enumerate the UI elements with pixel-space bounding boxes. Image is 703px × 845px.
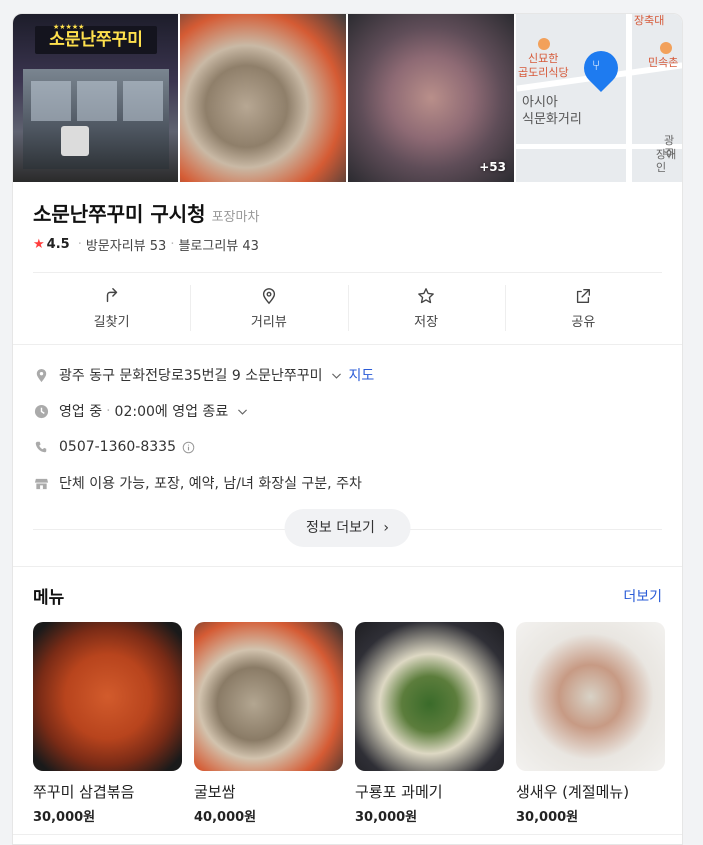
menu-item-name: 쭈꾸미 삼겹볶음	[33, 783, 135, 801]
more-info-wrap: 정보 더보기 ›	[33, 507, 662, 551]
visitor-reviews-link[interactable]: 방문자리뷰 53	[86, 235, 166, 254]
place-card: ★★★★★ 소문난쭈꾸미 +53 장축대 신묘한 곱도리식당 민속촌 아시아 식…	[12, 13, 683, 845]
rating-score: 4.5	[46, 237, 70, 252]
air-conditioner-unit	[61, 126, 89, 156]
map-link[interactable]: 지도	[348, 365, 374, 385]
closing-time[interactable]: 02:00에 영업 종료	[115, 401, 229, 421]
more-info-button[interactable]: 정보 더보기 ›	[284, 509, 411, 547]
directions-button[interactable]: 길찾기	[33, 273, 190, 344]
chevron-right-icon: ›	[383, 520, 389, 536]
chevron-down-icon[interactable]	[328, 367, 344, 383]
menu-item[interactable]: 쭈꾸미 삼겹볶음 30,000원	[33, 622, 182, 825]
place-details: 광주 동구 문화전당로35번길 9 소문난쭈꾸미 지도 영업 중 · 02:00…	[13, 345, 682, 551]
location-pin-icon	[33, 367, 49, 383]
map-pin-icon	[576, 43, 626, 93]
blog-reviews-link[interactable]: 블로그리뷰 43	[178, 235, 258, 254]
menu-item-image	[194, 622, 343, 771]
directions-icon	[106, 288, 117, 303]
menu-item[interactable]: 구룡포 과메기 30,000원	[355, 622, 504, 825]
photo-storefront[interactable]: ★★★★★ 소문난쭈꾸미	[13, 14, 178, 182]
menu-item-price: 30,000원	[355, 810, 418, 825]
open-status: 영업 중	[59, 404, 103, 420]
menu-item-name: 구룡포 과메기	[355, 783, 443, 801]
place-category: 포장마차	[211, 210, 260, 225]
menu-item[interactable]: 굴보쌈 40,000원	[194, 622, 343, 825]
map-label: 곱도리식당	[518, 66, 569, 79]
address-text[interactable]: 광주 동구 문화전당로35번길 9 소문난쭈꾸미	[59, 365, 322, 385]
share-button[interactable]: 공유	[504, 273, 662, 344]
map-label: 민속촌	[648, 56, 679, 69]
menu-item-image	[355, 622, 504, 771]
star-icon	[418, 288, 434, 304]
map-district-label: 아시아 식문화거리	[522, 95, 582, 127]
photo-count-badge: +53	[479, 160, 506, 174]
rating-row: ★ 4.5 · 방문자리뷰 53 · 블로그리뷰 43	[33, 235, 259, 254]
menu-section: 메뉴 더보기 쭈꾸미 삼겹볶음 30,000원 굴보쌈 40,000원 구룡포 …	[13, 567, 682, 825]
menu-item-image	[516, 622, 665, 771]
utensils-icon: ⑂	[592, 58, 601, 74]
map-thumbnail[interactable]: 장축대 신묘한 곱도리식당 민속촌 아시아 식문화거리 ⑂ 광주 장애인	[516, 14, 682, 182]
hours-row: 영업 중 · 02:00에 영업 종료	[33, 393, 662, 429]
photo-food-1[interactable]	[180, 14, 346, 182]
store-icon	[33, 475, 49, 491]
address-row: 광주 동구 문화전당로35번길 9 소문난쭈꾸미 지도	[33, 357, 662, 393]
facilities-row: 단체 이용 가능, 포장, 예약, 남/녀 화장실 구분, 주차	[33, 465, 662, 501]
map-label: 장축대	[634, 14, 665, 27]
menu-item-name: 생새우 (계절메뉴)	[516, 783, 630, 801]
menu-more-link[interactable]: 더보기	[623, 586, 662, 606]
menu-item-price: 30,000원	[33, 810, 96, 825]
place-info: 소문난쭈꾸미 구시청 포장마차 ★ 4.5 · 방문자리뷰 53 · 블로그리뷰…	[13, 182, 682, 344]
menu-item[interactable]: 생새우 (계절메뉴) 30,000원	[516, 622, 665, 825]
map-label: 장애인	[656, 148, 677, 174]
poi-icon	[660, 42, 672, 54]
photo-food-2[interactable]: +53	[348, 14, 514, 182]
share-icon	[577, 289, 591, 303]
restaurant-poi-icon	[538, 38, 550, 50]
store-sign: ★★★★★ 소문난쭈꾸미	[35, 23, 157, 54]
clock-icon	[33, 403, 49, 419]
menu-item-price: 30,000원	[516, 810, 579, 825]
photo-strip: ★★★★★ 소문난쭈꾸미 +53 장축대 신묘한 곱도리식당 민속촌 아시아 식…	[13, 14, 682, 182]
menu-list: 쭈꾸미 삼겹볶음 30,000원 굴보쌈 40,000원 구룡포 과메기 30,…	[33, 622, 665, 825]
menu-title: 메뉴	[33, 588, 65, 608]
info-icon[interactable]	[180, 439, 196, 455]
save-button[interactable]: 저장	[347, 273, 505, 344]
storefront-image	[23, 69, 169, 169]
phone-row: 0507-1360-8335	[33, 429, 662, 465]
menu-item-name: 굴보쌈	[194, 783, 236, 801]
streetview-icon	[262, 288, 275, 305]
action-bar: 길찾기 거리뷰 저장 공유	[33, 272, 662, 344]
map-label: 신묘한	[528, 52, 559, 65]
place-name: 소문난쭈꾸미 구시청	[33, 202, 206, 226]
facilities-text: 단체 이용 가능, 포장, 예약, 남/녀 화장실 구분, 주차	[59, 476, 362, 492]
phone-icon	[33, 439, 49, 455]
menu-item-image	[33, 622, 182, 771]
menu-header: 메뉴 더보기	[33, 583, 662, 608]
phone-number[interactable]: 0507-1360-8335	[59, 439, 176, 455]
chevron-down-icon[interactable]	[234, 403, 250, 419]
streetview-button[interactable]: 거리뷰	[190, 273, 347, 344]
title-row: 소문난쭈꾸미 구시청 포장마차	[33, 198, 662, 227]
menu-item-price: 40,000원	[194, 810, 257, 825]
rating-star-icon: ★	[33, 237, 45, 252]
